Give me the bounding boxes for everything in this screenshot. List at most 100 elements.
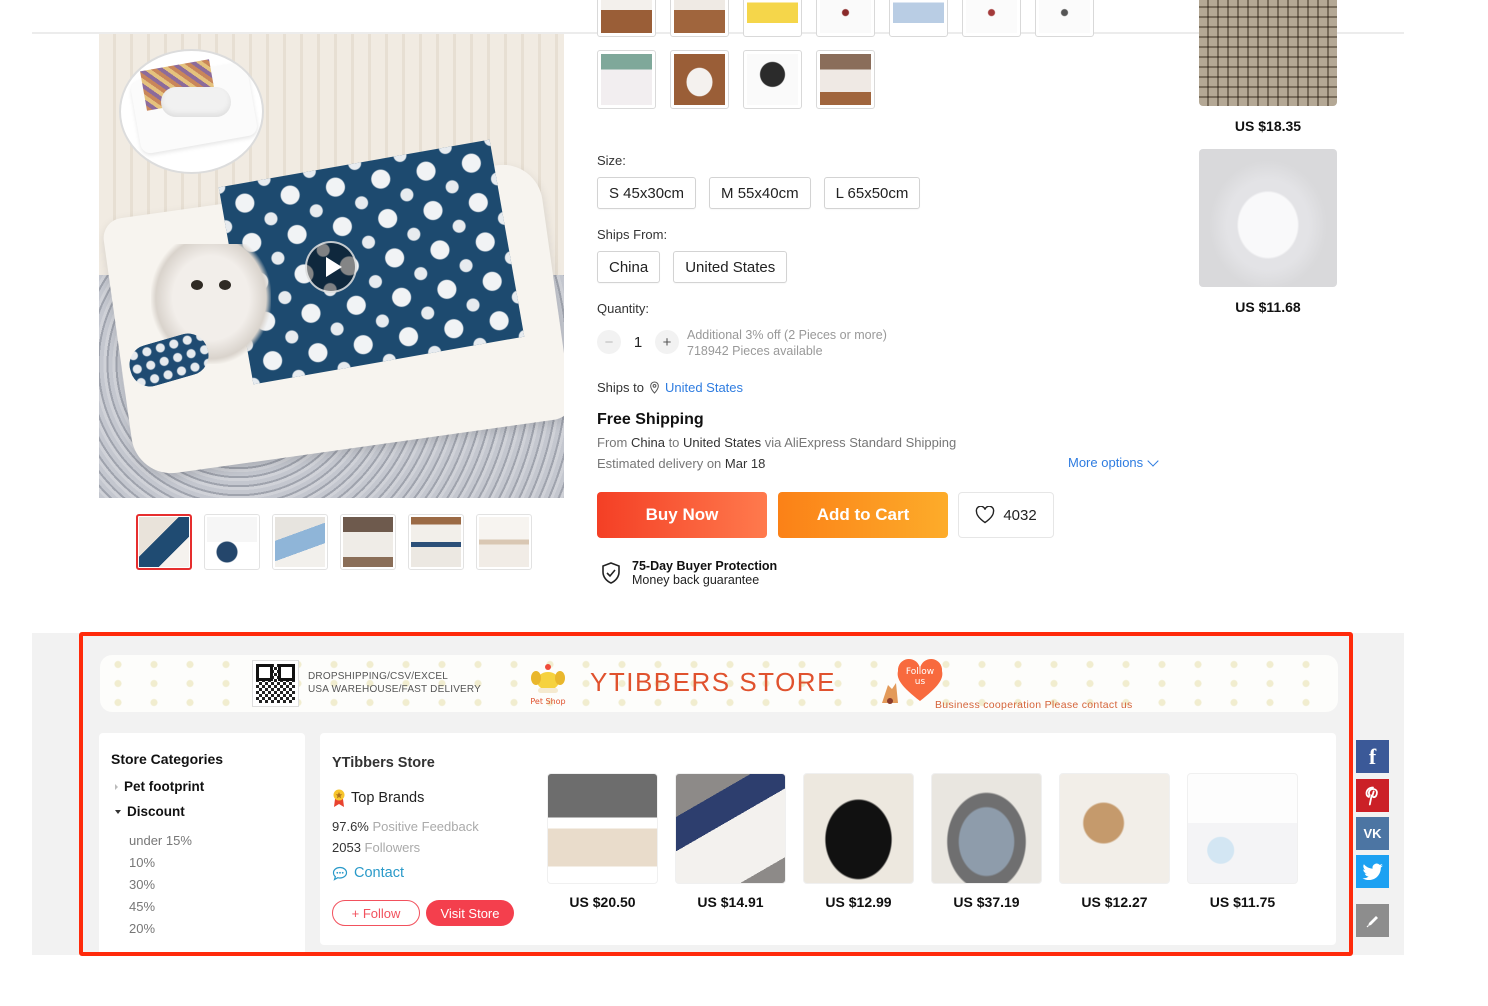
- more-shipping-options-link[interactable]: More options: [1068, 454, 1159, 470]
- shipping-from-prefix: From: [597, 435, 628, 450]
- category-discount[interactable]: Discount: [115, 804, 293, 819]
- add-to-cart-button[interactable]: Add to Cart: [778, 492, 948, 538]
- followers-value: 2053: [332, 840, 361, 855]
- gallery-thumb[interactable]: [476, 514, 532, 570]
- store-product-image[interactable]: [547, 773, 658, 884]
- ships-from-china[interactable]: China: [597, 251, 661, 283]
- recommended-item[interactable]: US $18.35: [1199, 0, 1337, 134]
- contact-link[interactable]: Contact: [332, 865, 404, 881]
- heart-icon: [976, 506, 995, 524]
- store-banner-title: YTIBBERS STORE: [590, 667, 836, 697]
- ships-to-label: Ships to: [597, 380, 644, 395]
- more-options-label: More options: [1068, 455, 1144, 470]
- pet-shop-logo-icon: Pet Shop: [530, 664, 566, 706]
- color-swatch[interactable]: [670, 0, 729, 37]
- ships-to-country-link[interactable]: United States: [665, 380, 743, 395]
- store-product-image[interactable]: [675, 773, 786, 884]
- store-product[interactable]: US $20.50: [547, 773, 658, 910]
- quantity-label: Quantity:: [597, 301, 650, 316]
- video-play-button[interactable]: [305, 241, 357, 293]
- recommended-item-image[interactable]: [1199, 0, 1337, 106]
- store-product-image[interactable]: [1187, 773, 1298, 884]
- recommended-item-price: US $18.35: [1234, 118, 1302, 134]
- gallery-thumb[interactable]: [204, 514, 260, 570]
- badge-label: Top Brands: [351, 790, 425, 806]
- store-product[interactable]: US $12.99: [803, 773, 914, 910]
- banner-tagline: DROPSHIPPING/CSV/EXCEL USA WAREHOUSE/FAS…: [308, 670, 481, 696]
- ships-from-united-states[interactable]: United States: [673, 251, 788, 283]
- color-swatch[interactable]: [670, 50, 729, 109]
- wishlist-button[interactable]: 4032: [958, 492, 1054, 538]
- svg-text:Pet Shop: Pet Shop: [530, 697, 565, 706]
- store-product[interactable]: US $14.91: [675, 773, 786, 910]
- recommended-item-image[interactable]: [1199, 149, 1337, 287]
- banner-line-1: DROPSHIPPING/CSV/EXCEL: [308, 671, 448, 682]
- store-product[interactable]: US $37.19: [931, 773, 1042, 910]
- category-pet-footprint[interactable]: Pet footprint: [115, 779, 293, 794]
- store-product-image[interactable]: [803, 773, 914, 884]
- gallery-thumb[interactable]: [136, 514, 192, 570]
- category-label: Discount: [127, 804, 185, 819]
- recommended-item-price: US $11.68: [1235, 299, 1301, 315]
- shipping-destination: United States: [683, 435, 762, 450]
- store-product-image[interactable]: [1059, 773, 1170, 884]
- main-product-image[interactable]: [99, 34, 564, 498]
- ships-from-options: China United States: [597, 251, 788, 283]
- gallery-thumb[interactable]: [408, 514, 464, 570]
- banner-line-2: USA WAREHOUSE/FAST DELIVERY: [308, 684, 482, 695]
- contact-label: Contact: [354, 865, 404, 881]
- color-swatch[interactable]: [816, 0, 875, 37]
- store-product-image[interactable]: [931, 773, 1042, 884]
- store-product-price: US $11.75: [1209, 894, 1276, 910]
- store-name[interactable]: YTibbers Store: [332, 755, 435, 771]
- store-banner[interactable]: DROPSHIPPING/CSV/EXCEL USA WAREHOUSE/FAS…: [100, 655, 1338, 712]
- quantity-value[interactable]: 1: [621, 334, 655, 351]
- gallery-thumb[interactable]: [340, 514, 396, 570]
- positive-feedback: 97.6% Positive Feedback: [332, 819, 479, 834]
- color-swatch[interactable]: [1035, 0, 1094, 37]
- edit-pencil-icon[interactable]: [1356, 904, 1389, 937]
- category-label: Pet footprint: [124, 779, 205, 794]
- color-swatch[interactable]: [816, 50, 875, 109]
- facebook-share-icon[interactable]: f: [1356, 740, 1389, 773]
- gallery-thumb[interactable]: [272, 514, 328, 570]
- color-swatch[interactable]: [597, 0, 656, 37]
- quantity-decrease-button[interactable]: −: [597, 330, 621, 354]
- quantity-info: Additional 3% off (2 Pieces or more) 718…: [687, 327, 887, 359]
- subcategory-item[interactable]: under 15%: [129, 833, 293, 849]
- store-categories-panel: Store Categories Pet footprint Discount …: [99, 733, 305, 955]
- store-product[interactable]: US $12.27: [1059, 773, 1170, 910]
- buy-now-button[interactable]: Buy Now: [597, 492, 767, 538]
- visit-store-button[interactable]: Visit Store: [426, 900, 514, 926]
- location-pin-icon: [650, 381, 659, 394]
- subcategory-item[interactable]: 30%: [129, 877, 293, 893]
- twitter-share-icon[interactable]: [1356, 855, 1389, 888]
- color-swatch[interactable]: [962, 0, 1021, 37]
- pinterest-share-icon[interactable]: [1356, 779, 1389, 812]
- store-product-price: US $12.27: [1081, 894, 1148, 910]
- size-option-m[interactable]: M 55x40cm: [709, 177, 811, 209]
- chat-bubble-icon: [332, 866, 348, 881]
- color-swatch[interactable]: [743, 0, 802, 37]
- size-option-l[interactable]: L 65x50cm: [823, 177, 921, 209]
- followers: 2053 Followers: [332, 840, 420, 855]
- subcategory-item[interactable]: 45%: [129, 899, 293, 915]
- svg-text:Follow: Follow: [906, 667, 934, 677]
- top-brands-badge: Top Brands: [332, 789, 424, 807]
- subcategory-item[interactable]: 20%: [129, 921, 293, 937]
- recommended-item[interactable]: US $11.68: [1199, 149, 1337, 315]
- color-swatch[interactable]: [889, 0, 948, 37]
- color-swatch[interactable]: [743, 50, 802, 109]
- shipping-to-prefix: to: [668, 435, 680, 450]
- delivery-prefix: Estimated delivery on: [597, 456, 722, 471]
- quantity-discount-note: Additional 3% off (2 Pieces or more): [687, 328, 887, 342]
- follow-store-button[interactable]: + Follow: [332, 900, 420, 926]
- color-swatch[interactable]: [597, 50, 656, 109]
- quantity-increase-button[interactable]: +: [655, 330, 679, 354]
- subcategory-item[interactable]: 10%: [129, 855, 293, 871]
- vk-share-icon[interactable]: VK: [1356, 817, 1389, 850]
- size-option-s[interactable]: S 45x30cm: [597, 177, 697, 209]
- store-product[interactable]: US $11.75: [1187, 773, 1298, 910]
- business-cooperation-text: Business cooperation Please contact us: [935, 699, 1133, 711]
- estimated-delivery: Estimated delivery on Mar 18: [597, 456, 765, 471]
